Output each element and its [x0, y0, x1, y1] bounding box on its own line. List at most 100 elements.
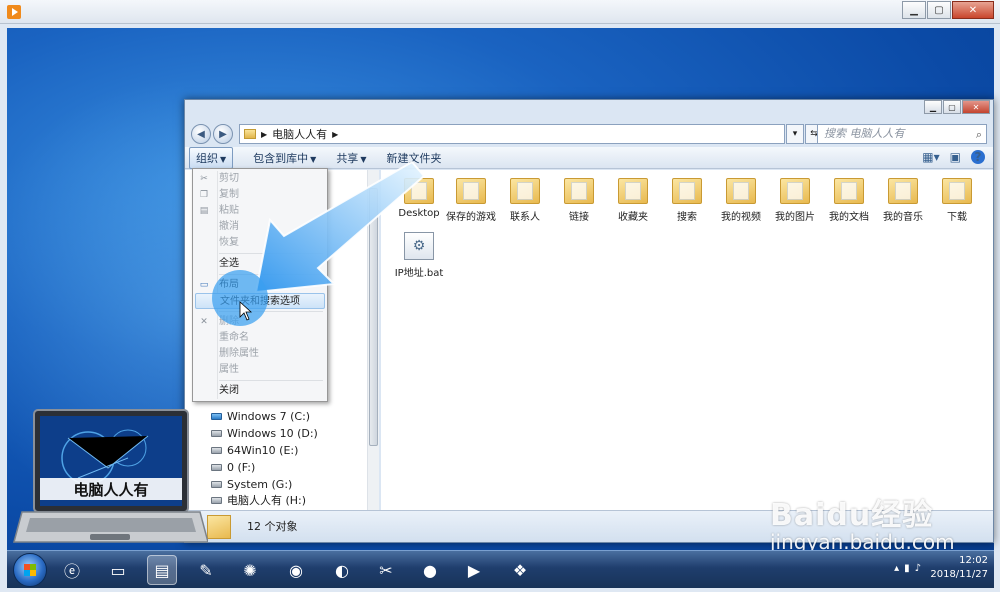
- media-player-icon[interactable]: ◉: [281, 555, 311, 585]
- menu-item-label: 属性: [219, 364, 239, 375]
- share-button[interactable]: 共享 ▼: [336, 150, 366, 166]
- system-tool-icon[interactable]: ❖: [505, 555, 535, 585]
- drive-item[interactable]: 0 (F:): [211, 459, 255, 475]
- file-label: 收藏夹: [618, 212, 648, 223]
- start-button[interactable]: [13, 553, 47, 587]
- file-item[interactable]: 保存的游戏: [443, 178, 499, 223]
- forward-button[interactable]: ▶: [213, 124, 233, 144]
- drive-item[interactable]: Windows 7 (C:): [211, 408, 310, 424]
- folder-icon: [404, 178, 434, 204]
- view-options-icon[interactable]: ▦▾: [922, 150, 939, 164]
- file-item[interactable]: 我的图片: [767, 178, 823, 223]
- drive-item[interactable]: 电脑人人有 (H:): [211, 492, 306, 508]
- menu-item-cut[interactable]: ✂ 剪切: [195, 171, 325, 187]
- menu-item-label: 粘贴: [219, 205, 239, 216]
- clock-date: 2018/11/27: [930, 569, 988, 580]
- file-list: Desktop 保存的游戏 联系人 链接 收藏夹 搜索 我的视频 我的图片 我的…: [381, 170, 993, 510]
- menu-item-folder-options[interactable]: 文件夹和搜索选项: [195, 293, 325, 309]
- minimize-button[interactable]: ▁: [902, 1, 926, 19]
- laptop-logo: 电脑人人有: [13, 409, 208, 543]
- paint-icon[interactable]: ✎: [191, 555, 221, 585]
- file-item[interactable]: 我的音乐: [875, 178, 931, 223]
- menu-item-copy[interactable]: ❐ 复制: [195, 187, 325, 203]
- address-bar[interactable]: ▶ 电脑人人有 ▶: [239, 124, 785, 144]
- menu-item-delete[interactable]: ✕ 删除: [195, 314, 325, 330]
- menu-item-undo[interactable]: 撤消: [195, 219, 325, 235]
- ie-icon[interactable]: ⓔ: [57, 555, 87, 585]
- player-titlebar: ▁ ▢ ✕: [0, 0, 1000, 24]
- help-icon[interactable]: ?: [971, 150, 985, 164]
- drive-icon: [211, 446, 222, 454]
- back-button[interactable]: ◀: [191, 124, 211, 144]
- drive-label: 64Win10 (E:): [227, 443, 299, 457]
- menu-item-label: 剪切: [219, 173, 239, 184]
- explorer-maximize-button[interactable]: ▢: [943, 100, 961, 114]
- file-label: 下载: [947, 212, 967, 223]
- drive-item[interactable]: 64Win10 (E:): [211, 442, 298, 458]
- file-item[interactable]: 我的文档: [821, 178, 877, 223]
- close-button[interactable]: ✕: [952, 1, 994, 19]
- menu-item-select-all[interactable]: 全选: [195, 256, 325, 272]
- file-label: IP地址.bat: [394, 268, 444, 279]
- drive-item[interactable]: Windows 10 (D:): [211, 425, 318, 441]
- explorer-close-button[interactable]: ✕: [962, 100, 990, 114]
- menu-item-close[interactable]: 关闭: [195, 383, 325, 399]
- menu-separator: [219, 311, 323, 312]
- scrollbar-thumb[interactable]: [369, 188, 378, 446]
- explorer-minimize-button[interactable]: ▁: [924, 100, 942, 114]
- new-folder-button[interactable]: 新建文件夹: [386, 150, 441, 166]
- menu-item-properties[interactable]: 属性: [195, 362, 325, 378]
- maximize-button[interactable]: ▢: [927, 1, 951, 19]
- include-library-button[interactable]: 包含到库中 ▼: [253, 150, 316, 166]
- file-label: 我的文档: [829, 212, 869, 223]
- system-tray-icons[interactable]: ▴▮♪: [894, 563, 926, 574]
- clock[interactable]: 12:02 2018/11/27: [930, 554, 988, 582]
- video-player-icon[interactable]: ▶: [459, 555, 489, 585]
- menu-item-rename[interactable]: 重命名: [195, 330, 325, 346]
- menu-item-paste[interactable]: ▤ 粘贴: [195, 203, 325, 219]
- file-item[interactable]: 下载: [929, 178, 985, 223]
- drive-item[interactable]: System (G:): [211, 476, 292, 492]
- drive-label: Windows 10 (D:): [227, 426, 318, 440]
- folder-icon[interactable]: ▭: [103, 555, 133, 585]
- menu-item-remove-properties[interactable]: 删除属性: [195, 346, 325, 362]
- file-item[interactable]: Desktop: [391, 178, 447, 219]
- file-item[interactable]: 联系人: [497, 178, 553, 223]
- menu-item-label: 关闭: [219, 385, 239, 396]
- drive-icon: [211, 496, 222, 504]
- folder-icon: [510, 178, 540, 204]
- breadcrumb[interactable]: 电脑人人有: [272, 126, 327, 142]
- player-window-controls: ▁ ▢ ✕: [901, 1, 994, 19]
- file-item[interactable]: 链接: [551, 178, 607, 223]
- tools-icon[interactable]: ✂: [371, 555, 401, 585]
- search-input[interactable]: 搜索 电脑人人有 ⌕: [817, 124, 987, 144]
- file-item[interactable]: 我的视频: [713, 178, 769, 223]
- navigation-scrollbar[interactable]: [367, 170, 379, 510]
- taskbar: ⓔ ▭ ▤ ✎ ✺ ◉ ◐ ✂ ● ▶ ❖ ▴▮♪ 12:02 2018/11/…: [7, 550, 994, 588]
- explorer-window-controls: ▁ ▢ ✕: [923, 100, 990, 114]
- breadcrumb-chevron-icon: ▶: [332, 129, 339, 139]
- menu-item-label: 复制: [219, 189, 239, 200]
- pinwheel-icon[interactable]: ✺: [235, 555, 265, 585]
- file-label: 保存的游戏: [446, 212, 496, 223]
- file-item[interactable]: 搜索: [659, 178, 715, 223]
- file-item[interactable]: ⚙ IP地址.bat: [391, 232, 447, 279]
- menu-item-label: 删除: [219, 316, 239, 327]
- organize-menu: ✂ 剪切 ❐ 复制 ▤ 粘贴 撤消 恢复 全选 ▭ 布局 文件夹和搜索选项 ✕ 删除 重命…: [192, 168, 328, 402]
- browser-icon[interactable]: ◐: [327, 555, 357, 585]
- organize-button[interactable]: 组织 ▼: [189, 146, 234, 169]
- menu-item-redo[interactable]: 恢复: [195, 235, 325, 251]
- share-label: 共享: [336, 151, 359, 165]
- chess-icon[interactable]: ●: [415, 555, 445, 585]
- explorer-taskbar-icon[interactable]: ▤: [147, 555, 177, 585]
- drive-icon: [211, 429, 222, 437]
- file-item[interactable]: 收藏夹: [605, 178, 661, 223]
- folder-icon: [942, 178, 972, 204]
- preview-pane-icon[interactable]: ▣: [950, 150, 961, 164]
- search-icon[interactable]: ⌕: [976, 126, 982, 144]
- menu-separator: [219, 380, 323, 381]
- scissors-icon: ✂: [200, 174, 208, 184]
- menu-item-layout[interactable]: ▭ 布局: [195, 277, 325, 293]
- address-dropdown-button[interactable]: ▾: [786, 124, 804, 144]
- organize-label: 组织: [196, 151, 218, 165]
